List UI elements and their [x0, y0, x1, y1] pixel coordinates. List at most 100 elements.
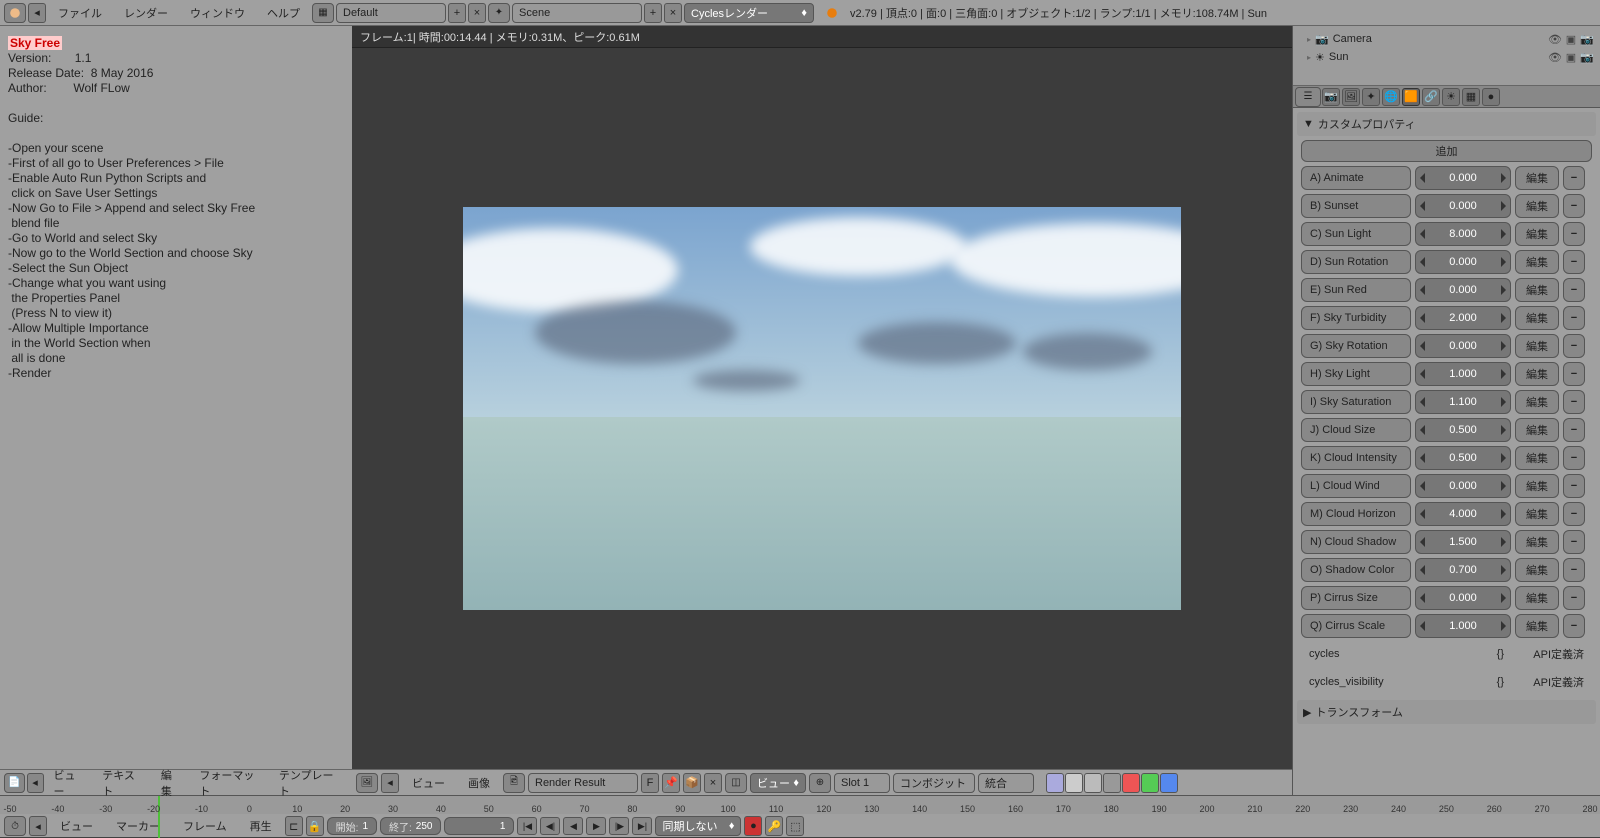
timeline-ruler[interactable]: -50-40-30-20-100102030405060708090100110…	[0, 796, 1600, 814]
image-selector[interactable]: Render Result	[528, 773, 638, 793]
tab-object[interactable]: 🟧	[1402, 88, 1420, 106]
prop-edit-button[interactable]: 編集	[1515, 194, 1559, 218]
menu-render[interactable]: レンダー	[114, 5, 178, 21]
image-browse-icon[interactable]: 🖻	[503, 773, 525, 793]
editor-type-icon[interactable]: ☰	[1295, 87, 1321, 107]
keyset-list-icon[interactable]: ⬚	[786, 816, 804, 836]
prop-edit-button[interactable]: 編集	[1515, 362, 1559, 386]
engine-selector[interactable]: Cyclesレンダー♦	[684, 3, 814, 23]
restrict-render-icon[interactable]: 📷	[1580, 32, 1594, 46]
prop-remove-button[interactable]: −	[1563, 278, 1585, 302]
prop-remove-button[interactable]: −	[1563, 250, 1585, 274]
current-frame-field[interactable]: 1	[444, 817, 514, 835]
prop-value-slider[interactable]: 0.000	[1415, 166, 1511, 190]
uv-icon[interactable]: ◫	[725, 773, 747, 793]
prop-edit-button[interactable]: 編集	[1515, 474, 1559, 498]
pass-selector[interactable]: 統合	[978, 773, 1034, 793]
transform-header[interactable]: ▶トランスフォーム	[1297, 700, 1596, 724]
prop-value-slider[interactable]: 1.100	[1415, 390, 1511, 414]
prop-edit-button[interactable]: 編集	[1515, 334, 1559, 358]
scene-del[interactable]: ×	[664, 3, 682, 23]
editor-type-icon[interactable]: 🖼	[356, 773, 378, 793]
play-reverse-icon[interactable]: ◀	[563, 817, 583, 835]
tab-render[interactable]: 📷	[1322, 88, 1340, 106]
prop-edit-button[interactable]: 編集	[1515, 530, 1559, 554]
image-fake-user[interactable]: F	[641, 773, 659, 793]
expand-icon[interactable]: ◂	[29, 816, 47, 836]
prop-remove-button[interactable]: −	[1563, 222, 1585, 246]
jump-end-icon[interactable]: ▶|	[632, 817, 652, 835]
prop-value-slider[interactable]: 0.000	[1415, 278, 1511, 302]
restrict-view-icon[interactable]: 👁	[1548, 32, 1562, 46]
restrict-render-icon[interactable]: 📷	[1580, 50, 1594, 64]
prop-edit-button[interactable]: 編集	[1515, 390, 1559, 414]
menu-file[interactable]: ファイル	[48, 5, 112, 21]
prop-value-slider[interactable]: 0.000	[1415, 194, 1511, 218]
restrict-select-icon[interactable]: ▣	[1564, 50, 1578, 64]
outliner-item-sun[interactable]: ▸ ☀ Sun 👁▣📷	[1299, 48, 1594, 66]
scene-add[interactable]: +	[644, 3, 662, 23]
prop-edit-button[interactable]: 編集	[1515, 222, 1559, 246]
tab-texture[interactable]: ▦	[1462, 88, 1480, 106]
prop-value-slider[interactable]: 0.500	[1415, 446, 1511, 470]
expand-icon[interactable]: ◂	[27, 773, 44, 793]
prop-remove-button[interactable]: −	[1563, 614, 1585, 638]
text-editor-content[interactable]: Sky Free Version: 1.1 Release Date: 8 Ma…	[0, 26, 352, 769]
editor-type-icon[interactable]: 📄	[4, 773, 25, 793]
image-pack-icon[interactable]: 📦	[683, 773, 701, 793]
prop-value-slider[interactable]: 0.000	[1415, 474, 1511, 498]
tab-constraints[interactable]: 🔗	[1422, 88, 1440, 106]
prop-remove-button[interactable]: −	[1563, 502, 1585, 526]
keyset-icon[interactable]: 🔑	[765, 816, 783, 836]
expand-icon[interactable]: ◂	[381, 773, 399, 793]
text-menu-view[interactable]: ビュー	[46, 767, 93, 799]
channel-rgb-icon[interactable]	[1065, 773, 1083, 793]
prop-value-slider[interactable]: 0.000	[1415, 250, 1511, 274]
render-viewport[interactable]	[352, 48, 1292, 769]
tab-world[interactable]: 🌐	[1382, 88, 1400, 106]
prop-edit-button[interactable]: 編集	[1515, 586, 1559, 610]
prop-remove-button[interactable]: −	[1563, 558, 1585, 582]
prop-edit-button[interactable]: 編集	[1515, 614, 1559, 638]
text-menu-edit[interactable]: 編集	[153, 767, 189, 799]
tab-data[interactable]: ☀	[1442, 88, 1460, 106]
prop-remove-button[interactable]: −	[1563, 418, 1585, 442]
channel-z-icon[interactable]	[1103, 773, 1121, 793]
prop-remove-button[interactable]: −	[1563, 362, 1585, 386]
layer-selector[interactable]: コンボジット	[893, 773, 975, 793]
prop-edit-button[interactable]: 編集	[1515, 306, 1559, 330]
keyframe-prev-icon[interactable]: ◀|	[540, 817, 560, 835]
tl-menu-marker[interactable]: マーカー	[106, 818, 170, 834]
disclosure-icon[interactable]: ▸	[1307, 35, 1311, 44]
outliner-item-camera[interactable]: ▸ 📷 Camera 👁▣📷	[1299, 30, 1594, 48]
prop-remove-button[interactable]: −	[1563, 166, 1585, 190]
tl-menu-view[interactable]: ビュー	[50, 818, 103, 834]
help-icon[interactable]: ◂	[28, 3, 46, 23]
prop-value-slider[interactable]: 0.500	[1415, 418, 1511, 442]
prop-edit-button[interactable]: 編集	[1515, 278, 1559, 302]
channel-g-icon[interactable]	[1141, 773, 1159, 793]
menu-window[interactable]: ウィンドウ	[180, 5, 255, 21]
properties-panel[interactable]: ▼カスタムプロパティ 追加 A) Animate 0.000 編集 − B) S…	[1293, 108, 1600, 795]
menu-help[interactable]: ヘルプ	[257, 5, 310, 21]
img-menu-image[interactable]: 画像	[458, 775, 500, 791]
layout-icon[interactable]: ▦	[312, 3, 334, 23]
prop-remove-button[interactable]: −	[1563, 306, 1585, 330]
prop-edit-button[interactable]: 編集	[1515, 446, 1559, 470]
prop-remove-button[interactable]: −	[1563, 530, 1585, 554]
view-mode[interactable]: ビュー♦	[750, 773, 806, 793]
text-menu-format[interactable]: フォーマット	[191, 767, 268, 799]
img-menu-view[interactable]: ビュー	[402, 775, 455, 791]
prop-value-slider[interactable]: 0.000	[1415, 334, 1511, 358]
prop-remove-button[interactable]: −	[1563, 586, 1585, 610]
restrict-view-icon[interactable]: 👁	[1548, 50, 1562, 64]
prop-value-slider[interactable]: 1.000	[1415, 362, 1511, 386]
jump-start-icon[interactable]: |◀	[517, 817, 537, 835]
prop-value-slider[interactable]: 8.000	[1415, 222, 1511, 246]
prop-remove-button[interactable]: −	[1563, 334, 1585, 358]
editor-type-icon[interactable]: ⏱	[4, 816, 26, 836]
tl-menu-frame[interactable]: フレーム	[173, 818, 237, 834]
tab-renderlayer[interactable]: 🖼	[1342, 88, 1360, 106]
text-menu-text[interactable]: テキスト	[94, 767, 151, 799]
pivot-icon[interactable]: ⊕	[809, 773, 831, 793]
